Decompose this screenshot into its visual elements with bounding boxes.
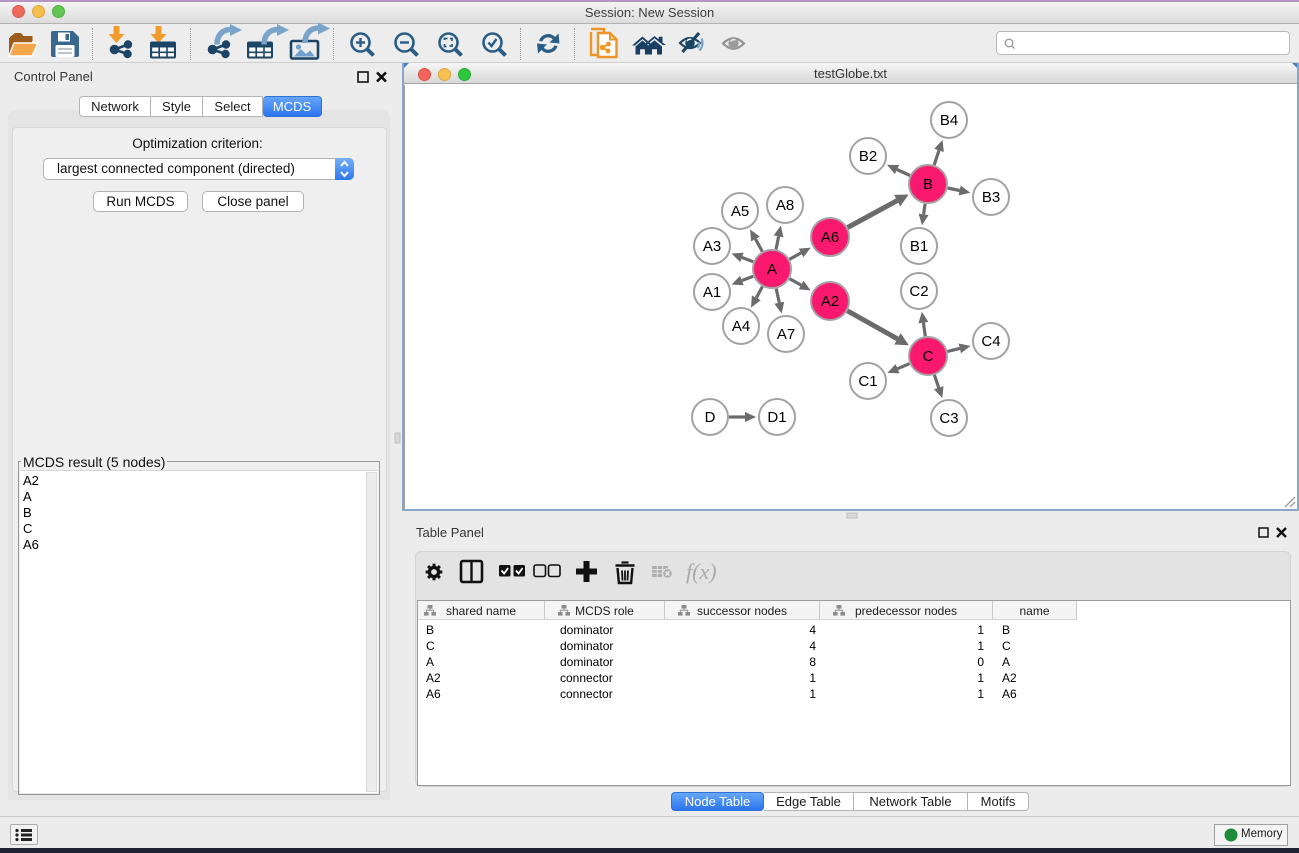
svg-text:B4: B4 [940,112,958,129]
svg-text:C3: C3 [939,410,958,427]
svg-text:C: C [923,348,934,365]
svg-text:A7: A7 [777,326,795,343]
svg-text:A6: A6 [821,229,839,246]
svg-text:B3: B3 [982,189,1000,206]
svg-text:A1: A1 [703,284,721,301]
svg-text:D: D [705,409,716,426]
svg-text:f(x): f(x) [686,559,717,584]
svg-text:A8: A8 [776,197,794,214]
svg-text:C1: C1 [858,373,877,390]
svg-text:A3: A3 [703,238,721,255]
svg-text:A2: A2 [821,293,839,310]
svg-text:A4: A4 [732,318,750,335]
svg-text:C2: C2 [909,283,928,300]
svg-text:A5: A5 [731,203,749,220]
svg-text:B1: B1 [910,238,928,255]
svg-text:D1: D1 [767,409,786,426]
svg-text:B: B [923,176,933,193]
svg-text:C4: C4 [981,333,1000,350]
svg-text:B2: B2 [859,148,877,165]
svg-text:A: A [767,261,777,278]
